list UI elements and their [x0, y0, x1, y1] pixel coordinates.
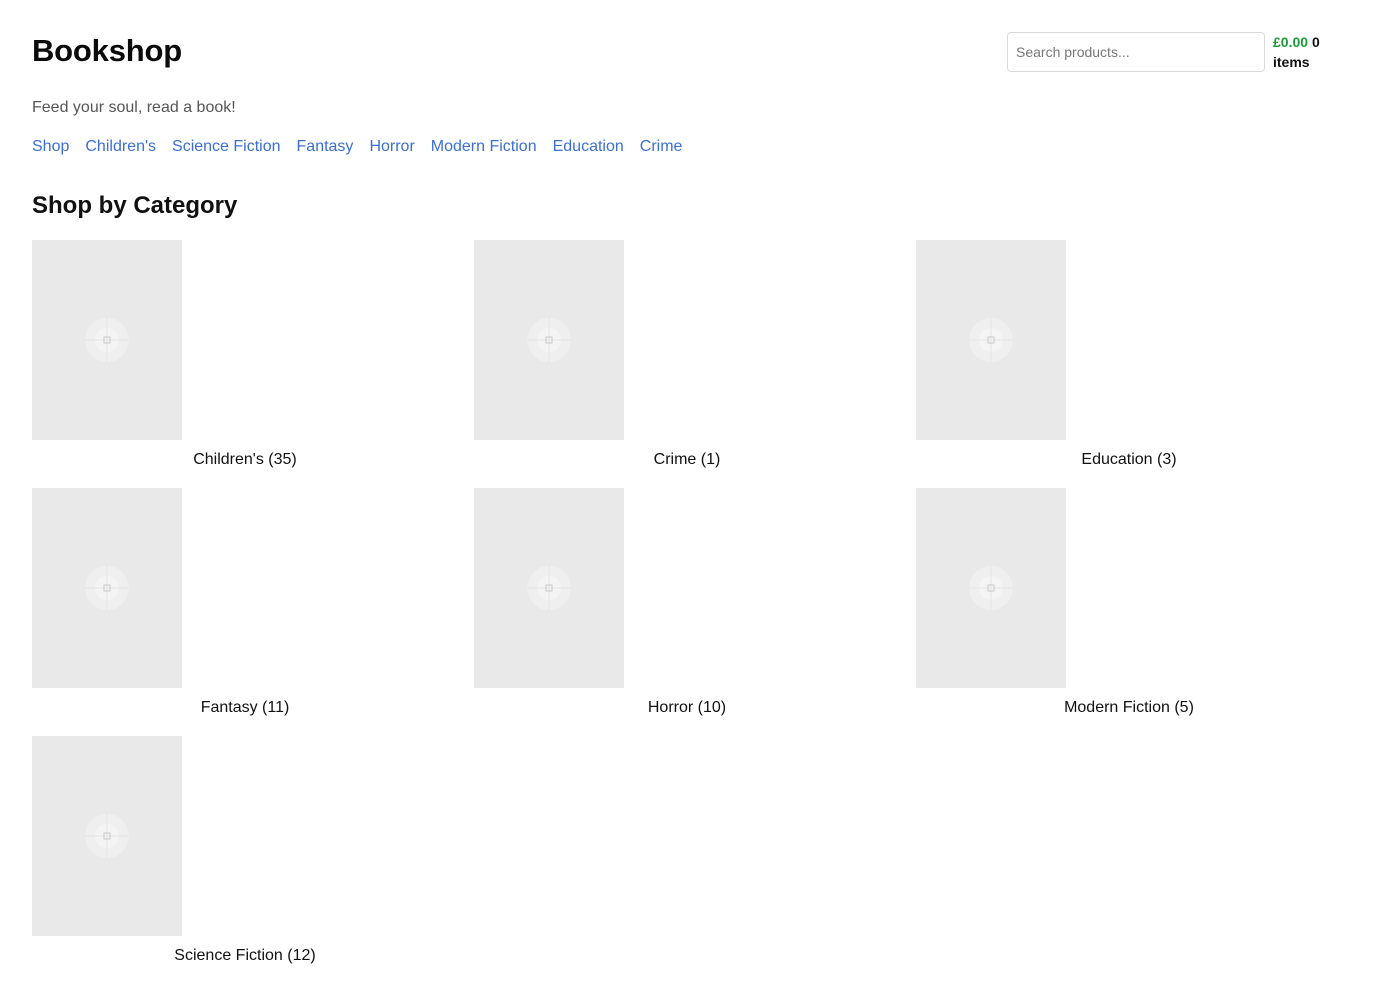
image-placeholder-icon	[85, 566, 129, 610]
image-placeholder-icon	[969, 566, 1013, 610]
cart-summary[interactable]: £0.00 0 items	[1273, 32, 1353, 72]
nav-link-horror[interactable]: Horror	[369, 138, 414, 156]
section-title: Shop by Category	[32, 192, 238, 219]
nav-link-crime[interactable]: Crime	[640, 138, 683, 156]
image-placeholder-icon	[527, 566, 571, 610]
category-cover-image[interactable]	[474, 488, 624, 688]
category-cover-image[interactable]	[916, 488, 1066, 688]
category-card-modern-fiction[interactable]: Modern Fiction (5)	[916, 488, 1342, 720]
nav-link-childrens[interactable]: Children's	[85, 138, 156, 156]
category-cover-image[interactable]	[32, 736, 182, 936]
category-cover-image[interactable]	[916, 240, 1066, 440]
nav-link-fantasy[interactable]: Fantasy	[297, 138, 354, 156]
category-label: Education (3)	[1081, 451, 1177, 468]
cart-items-label: items	[1273, 54, 1310, 70]
search-input[interactable]	[1007, 32, 1265, 72]
image-placeholder-icon	[85, 318, 129, 362]
category-card-fantasy[interactable]: Fantasy (11)	[32, 488, 458, 720]
category-label: Crime (1)	[653, 451, 721, 468]
site-title[interactable]: Bookshop	[32, 33, 182, 69]
image-placeholder-icon	[969, 318, 1013, 362]
category-label: Fantasy (11)	[200, 699, 290, 716]
category-label: Children's (35)	[193, 451, 297, 468]
category-label: Modern Fiction (5)	[1064, 699, 1194, 716]
category-cover-image[interactable]	[32, 488, 182, 688]
category-card-education[interactable]: Education (3)	[916, 240, 1342, 472]
category-label: Horror (10)	[647, 699, 727, 716]
nav-link-science-fiction[interactable]: Science Fiction	[172, 138, 281, 156]
category-card-horror[interactable]: Horror (10)	[474, 488, 900, 720]
cart-total: £0.00	[1273, 34, 1309, 50]
category-card-childrens[interactable]: Children's (35)	[32, 240, 458, 472]
cart-count: 0	[1311, 34, 1320, 50]
category-cover-image[interactable]	[474, 240, 624, 440]
nav-link-education[interactable]: Education	[553, 138, 624, 156]
image-placeholder-icon	[527, 318, 571, 362]
image-placeholder-icon	[85, 814, 129, 858]
category-cover-image[interactable]	[32, 240, 182, 440]
category-card-science-fiction[interactable]: Science Fiction (12)	[32, 736, 458, 968]
site-tagline: Feed your soul, read a book!	[32, 99, 236, 116]
nav-link-modern-fiction[interactable]: Modern Fiction	[431, 138, 537, 156]
category-grid: Children's (35) Crime (1) Education (3) …	[32, 240, 1359, 968]
nav-link-shop[interactable]: Shop	[32, 138, 69, 156]
category-card-crime[interactable]: Crime (1)	[474, 240, 900, 472]
main-nav: Shop Children's Science Fiction Fantasy …	[32, 138, 682, 156]
category-label: Science Fiction (12)	[174, 947, 316, 964]
